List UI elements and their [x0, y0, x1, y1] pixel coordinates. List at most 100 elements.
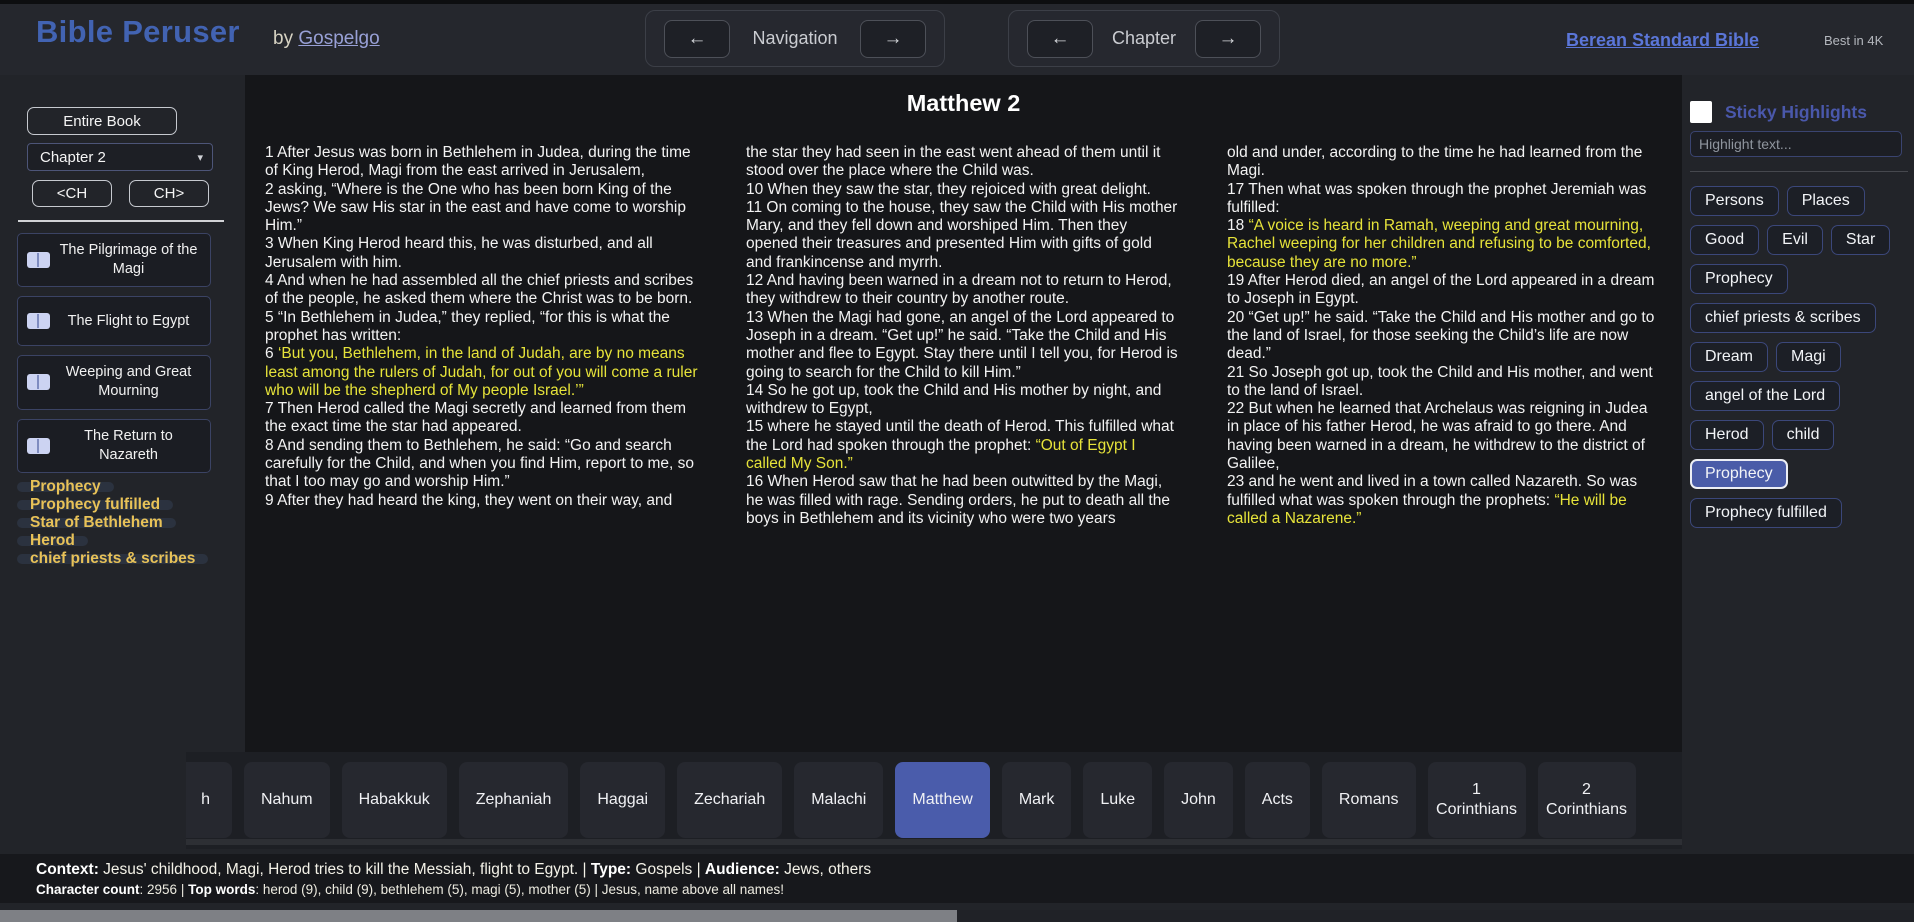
verse-text: 4 And when he had assembled all the chie… — [265, 272, 693, 307]
verse: 15 where he stayed until the death of He… — [746, 418, 1179, 473]
highlight-tag[interactable]: Dream — [1690, 342, 1768, 372]
publisher-link[interactable]: Gospelgo — [298, 28, 379, 49]
highlight-tag[interactable]: Persons — [1690, 186, 1779, 216]
verse: 16 When Herod saw that he had been outwi… — [746, 473, 1179, 528]
section-label: The Flight to Egypt — [56, 312, 201, 331]
highlight-tag[interactable]: Prophecy — [1690, 459, 1788, 489]
section-button[interactable]: The Return to Nazareth — [17, 419, 211, 473]
bible-column: old and under, according to the time he … — [1227, 144, 1660, 528]
verse-text: 12 And having been warned in a dream not… — [746, 272, 1172, 307]
highlight-tag[interactable]: Places — [1787, 186, 1865, 216]
left-sidebar: Entire Book Chapter 2 ▾ <CH CH> The Pilg… — [20, 75, 230, 572]
footer-text: Gospels | — [631, 861, 705, 878]
section-button[interactable]: Weeping and Great Mourning — [17, 355, 211, 409]
verse-text: 16 When Herod saw that he had been outwi… — [746, 473, 1170, 527]
highlighted-text: ‘But you, Bethlehem, in the land of Juda… — [265, 345, 698, 399]
horizontal-scrollbar-thumb[interactable] — [0, 910, 957, 922]
chapter-select[interactable]: Chapter 2 ▾ — [27, 143, 213, 171]
chapter-next-button[interactable]: → — [1195, 20, 1261, 58]
verse: 18 “A voice is heard in Ramah, weeping a… — [1227, 217, 1660, 272]
book-tabs: hNahumHabakkukZephaniahHaggaiZechariahMa… — [186, 762, 1682, 838]
app-title: Bible Peruser — [36, 14, 240, 50]
byline: by Gospelgo — [273, 28, 380, 50]
next-chapter-button[interactable]: CH> — [129, 180, 209, 207]
navigation-label: Navigation — [742, 28, 847, 49]
byline-prefix: by — [273, 28, 293, 49]
sticky-highlights-label: Sticky Highlights — [1725, 102, 1867, 123]
footer-text: : 2956 | — [140, 882, 189, 897]
verse: 9 After they had heard the king, they we… — [265, 492, 698, 510]
chapter-tag[interactable]: chief priests & scribes — [17, 554, 208, 564]
section-button[interactable]: The Flight to Egypt — [17, 296, 211, 346]
verse: 2 asking, “Where is the One who has been… — [265, 181, 698, 236]
verse: 17 Then what was spoken through the prop… — [1227, 181, 1660, 218]
prev-chapter-button[interactable]: <CH — [32, 180, 112, 207]
book-tab[interactable]: Haggai — [580, 762, 665, 838]
book-tab[interactable]: John — [1164, 762, 1233, 838]
horizontal-scrollbar-track[interactable] — [0, 910, 1914, 922]
tabs-scrollbar[interactable] — [186, 839, 1682, 845]
bible-column: the star they had seen in the east went … — [746, 144, 1179, 528]
book-tab[interactable]: Romans — [1322, 762, 1416, 838]
footer-text: : herod (9), child (9), bethlehem (5), m… — [255, 882, 784, 897]
chapter-tag[interactable]: Star of Bethlehem — [17, 518, 176, 528]
verse: 14 So he got up, took the Child and His … — [746, 382, 1179, 419]
highlight-input[interactable] — [1690, 131, 1902, 157]
chapter-tag[interactable]: Prophecy — [17, 482, 114, 492]
section-button[interactable]: The Pilgrimage of the Magi — [17, 233, 211, 287]
book-tab[interactable]: Acts — [1245, 762, 1310, 838]
footer-text: Jesus' childhood, Magi, Herod tries to k… — [99, 861, 591, 878]
main-panel: Matthew 2 1 After Jesus was born in Beth… — [245, 75, 1682, 753]
highlight-tag[interactable]: chief priests & scribes — [1690, 303, 1876, 333]
highlight-tag[interactable]: Evil — [1767, 225, 1823, 255]
book-tab[interactable]: 2 Corinthians — [1538, 762, 1636, 838]
book-tab[interactable]: h — [186, 762, 232, 838]
verse: 12 And having been warned in a dream not… — [746, 272, 1179, 309]
verse-text: old and under, according to the time he … — [1227, 144, 1642, 179]
verse: 3 When King Herod heard this, he was dis… — [265, 235, 698, 272]
book-tab[interactable]: Matthew — [895, 762, 989, 838]
section-list: The Pilgrimage of the Magi The Flight to … — [20, 233, 230, 473]
verse: 6 ‘But you, Bethlehem, in the land of Ju… — [265, 345, 698, 400]
sticky-highlights-row: Sticky Highlights — [1690, 101, 1914, 123]
navigation-next-button[interactable]: → — [860, 20, 926, 58]
verse: 22 But when he learned that Archelaus wa… — [1227, 400, 1660, 473]
highlight-tag[interactable]: Good — [1690, 225, 1759, 255]
book-tab[interactable]: Mark — [1002, 762, 1072, 838]
sidebar-divider — [18, 220, 224, 222]
highlight-tag[interactable]: Herod — [1690, 420, 1764, 450]
highlight-tag[interactable]: Magi — [1776, 342, 1841, 372]
highlight-tag[interactable]: Prophecy — [1690, 264, 1788, 294]
translation-link[interactable]: Berean Standard Bible — [1566, 30, 1759, 51]
chapter-buttons-row: <CH CH> — [32, 180, 230, 207]
book-tab[interactable]: Malachi — [794, 762, 883, 838]
book-icon-seam — [37, 314, 39, 328]
footer-context-line: Context: Jesus' childhood, Magi, Herod t… — [36, 861, 1914, 879]
section-label: Weeping and Great Mourning — [56, 363, 201, 401]
section-label: The Return to Nazareth — [56, 427, 201, 465]
chapter-tag[interactable]: Herod — [17, 536, 88, 546]
verse: 20 “Get up!” he said. “Take the Child an… — [1227, 309, 1660, 364]
book-tab[interactable]: Zechariah — [677, 762, 782, 838]
verse-text: 22 But when he learned that Archelaus wa… — [1227, 400, 1648, 472]
chapter-prev-button[interactable]: ← — [1027, 20, 1093, 58]
book-tab[interactable]: Nahum — [244, 762, 330, 838]
sticky-highlights-checkbox[interactable] — [1690, 101, 1712, 123]
verse-text: 19 After Herod died, an angel of the Lor… — [1227, 272, 1654, 307]
verse-text: 5 “In Bethlehem in Judea,” they replied,… — [265, 309, 670, 344]
bible-column: 1 After Jesus was born in Bethlehem in J… — [265, 144, 698, 528]
highlight-tag[interactable]: child — [1772, 420, 1835, 450]
chapter-tag[interactable]: Prophecy fulfilled — [17, 500, 173, 510]
highlight-tag[interactable]: Prophecy fulfilled — [1690, 498, 1842, 528]
highlight-tag[interactable]: angel of the Lord — [1690, 381, 1840, 411]
book-tab[interactable]: Luke — [1083, 762, 1152, 838]
verse-text: 17 Then what was spoken through the prop… — [1227, 181, 1646, 216]
book-tab[interactable]: Habakkuk — [342, 762, 447, 838]
highlight-tag[interactable]: Star — [1831, 225, 1890, 255]
book-tab[interactable]: Zephaniah — [459, 762, 569, 838]
navigation-prev-button[interactable]: ← — [664, 20, 730, 58]
chapter-select-value: Chapter 2 — [40, 149, 197, 166]
entire-book-button[interactable]: Entire Book — [27, 107, 177, 135]
verse-text: 20 “Get up!” he said. “Take the Child an… — [1227, 309, 1654, 363]
book-tab[interactable]: 1 Corinthians — [1428, 762, 1526, 838]
